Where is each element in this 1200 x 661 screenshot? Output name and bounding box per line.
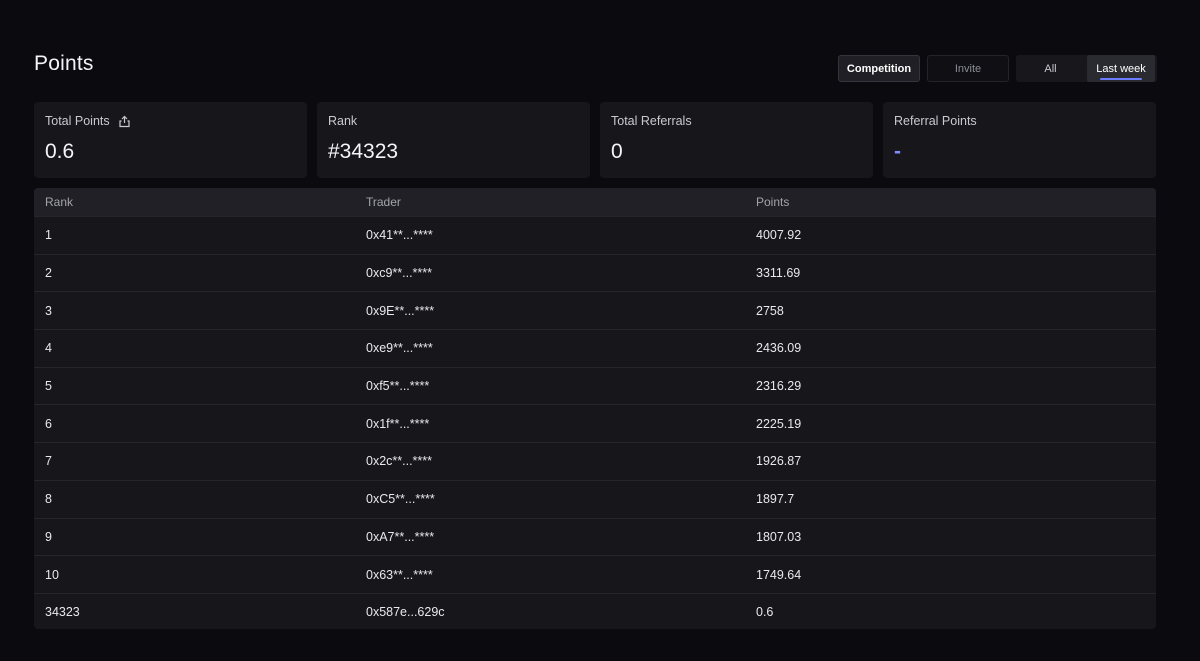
points-cell: 0.6 <box>756 605 774 620</box>
rank-cell: 5 <box>45 379 52 394</box>
table-row: 10 0x63**...**** 1749.64 <box>34 555 1156 593</box>
table-row: 6 0x1f**...**** 2225.19 <box>34 404 1156 442</box>
rank-cell: 10 <box>45 567 59 582</box>
rank-cell: 4 <box>45 341 52 356</box>
referral-points-label: Referral Points <box>894 114 977 128</box>
table-header: Rank Trader Points <box>34 188 1156 216</box>
trader-cell: 0xf5**...**** <box>366 379 430 394</box>
rank-label: Rank <box>328 114 358 128</box>
rank-cell: 34323 <box>45 605 80 620</box>
total-points-label: Total Points <box>45 114 110 128</box>
trader-cell: 0xc9**...**** <box>366 266 433 281</box>
trader-cell: 0x587e...629c <box>366 605 445 620</box>
table-row: 4 0xe9**...**** 2436.09 <box>34 329 1156 367</box>
rank-value: #34323 <box>328 140 399 163</box>
rank-cell: 2 <box>45 266 52 281</box>
table-body: 1 0x41**...**** 4007.92 2 0xc9**...**** 3311.… <box>34 216 1156 629</box>
invite-tab-button[interactable]: Invite <box>927 55 1009 82</box>
range-all-button[interactable]: All <box>1016 55 1085 82</box>
trader-cell: 0x9E**...**** <box>366 303 435 318</box>
trader-column-header: Trader <box>366 195 401 209</box>
page-title: Points <box>34 52 94 75</box>
trader-cell: 0x63**...**** <box>366 567 433 582</box>
rank-cell: 9 <box>45 529 52 544</box>
rank-cell: 1 <box>45 228 52 243</box>
leaderboard-table: Rank Trader Points 1 0x41**...**** 4007.92… <box>34 188 1156 629</box>
referral-points-card: Referral Points - <box>883 102 1156 178</box>
range-last-week-button[interactable]: Last week <box>1087 55 1155 82</box>
rank-cell: 6 <box>45 416 52 431</box>
table-row: 2 0xc9**...**** 3311.69 <box>34 253 1156 292</box>
rank-cell: 3 <box>45 303 52 318</box>
view-controls: Competition Invite All Last week <box>838 55 1157 82</box>
points-page: Points Competition Invite All Last week … <box>0 0 1200 661</box>
total-referrals-value: 0 <box>611 140 623 163</box>
table-row: 34323 0x587e...629c 0.6 <box>34 592 1156 629</box>
total-referrals-label: Total Referrals <box>611 114 692 128</box>
points-cell: 2225.19 <box>756 416 802 431</box>
table-row: 3 0x9E**...**** 2758 <box>34 291 1156 329</box>
competition-tab-button[interactable]: Competition <box>838 55 920 82</box>
total-points-value: 0.6 <box>45 140 75 163</box>
rank-cell: 7 <box>45 454 52 469</box>
share-icon[interactable] <box>118 115 131 128</box>
table-row: 7 0x2c**...**** 1926.87 <box>34 442 1156 480</box>
points-column-header: Points <box>756 195 790 209</box>
trader-cell: 0xe9**...**** <box>366 341 433 356</box>
referral-points-value: - <box>894 140 901 163</box>
points-cell: 1749.64 <box>756 567 802 582</box>
points-cell: 2436.09 <box>756 341 802 356</box>
total-points-card: Total Points 0.6 <box>34 102 307 178</box>
points-cell: 2316.29 <box>756 379 802 394</box>
table-row: 5 0xf5**...**** 2316.29 <box>34 366 1156 405</box>
trader-cell: 0xA7**...**** <box>366 529 435 544</box>
rank-card: Rank #34323 <box>317 102 590 178</box>
points-cell: 4007.92 <box>756 228 802 243</box>
trader-cell: 0xC5**...**** <box>366 492 435 507</box>
table-row: 1 0x41**...**** 4007.92 <box>34 216 1156 254</box>
time-range-toggle: All Last week <box>1016 55 1157 82</box>
table-row: 9 0xA7**...**** 1807.03 <box>34 517 1156 556</box>
total-referrals-card: Total Referrals 0 <box>600 102 873 178</box>
trader-cell: 0x1f**...**** <box>366 416 430 431</box>
stats-cards: Total Points 0.6 Rank #34323 Total Refer… <box>34 102 1156 178</box>
table-row: 8 0xC5**...**** 1897.7 <box>34 479 1156 518</box>
points-cell: 1897.7 <box>756 492 795 507</box>
rank-column-header: Rank <box>45 195 74 209</box>
trader-cell: 0x41**...**** <box>366 228 433 243</box>
points-cell: 3311.69 <box>756 266 801 281</box>
rank-cell: 8 <box>45 492 52 507</box>
points-cell: 1926.87 <box>756 454 802 469</box>
trader-cell: 0x2c**...**** <box>366 454 433 469</box>
points-cell: 2758 <box>756 303 784 318</box>
points-cell: 1807.03 <box>756 529 802 544</box>
